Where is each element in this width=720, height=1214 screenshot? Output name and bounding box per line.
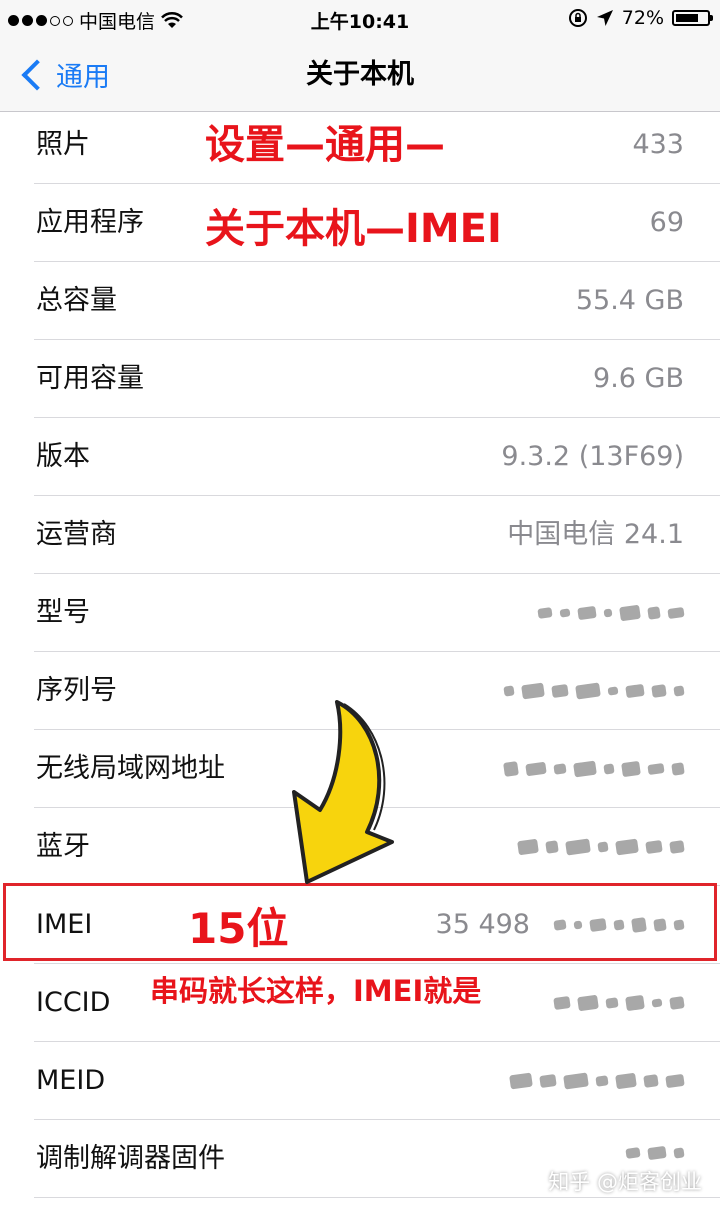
row-label: 版本 xyxy=(36,441,90,472)
redacted-value xyxy=(503,676,685,706)
status-bar: 中国电信 上午10:41 72% xyxy=(0,0,720,38)
redacted-value xyxy=(625,1138,685,1168)
redacted-value xyxy=(509,1066,685,1096)
row-label: 可用容量 xyxy=(36,363,144,394)
navigation-bar: 通用 关于本机 xyxy=(0,38,720,112)
row-available[interactable]: 可用容量 9.6 GB xyxy=(0,340,720,418)
battery-icon xyxy=(672,10,713,26)
row-value: 69 xyxy=(649,207,684,238)
row-version[interactable]: 版本 9.3.2 (13F69) xyxy=(0,418,720,496)
redacted-value xyxy=(517,832,685,862)
row-value: 55.4 GB xyxy=(575,285,684,316)
watermark: 知乎 @炬客创业 xyxy=(548,1170,702,1194)
annotation-imei-digits: 15位 xyxy=(188,904,289,953)
row-label: MEID xyxy=(36,1065,106,1096)
row-label: 蓝牙 xyxy=(36,831,90,862)
row-carrier[interactable]: 运营商 中国电信 24.1 xyxy=(0,496,720,574)
row-label: ICCID xyxy=(36,987,111,1018)
imei-highlight-box xyxy=(3,883,717,961)
yellow-arrow-icon xyxy=(292,700,394,884)
row-model[interactable]: 型号 xyxy=(0,574,720,652)
row-meid[interactable]: MEID xyxy=(0,1042,720,1120)
row-value: 433 xyxy=(632,129,684,160)
row-label: 型号 xyxy=(36,597,90,628)
location-icon xyxy=(596,10,613,26)
redacted-value xyxy=(537,598,685,628)
orientation-lock-icon xyxy=(568,9,587,27)
row-value: 9.3.2 (13F69) xyxy=(501,441,684,472)
about-list: 照片 433 应用程序 69 总容量 55.4 GB 可用容量 9.6 GB 版… xyxy=(0,106,720,1198)
redacted-value xyxy=(553,988,685,1018)
row-capacity[interactable]: 总容量 55.4 GB xyxy=(0,262,720,340)
redacted-value xyxy=(503,754,685,784)
row-label: 运营商 xyxy=(36,519,117,550)
row-label: 应用程序 xyxy=(36,207,144,238)
row-label: 调制解调器固件 xyxy=(36,1143,225,1174)
page-title: 关于本机 xyxy=(306,59,414,90)
status-right: 72% xyxy=(568,7,713,29)
annotation-path-line2: 关于本机—IMEI xyxy=(205,206,502,252)
row-label: 总容量 xyxy=(36,285,117,316)
row-label: 照片 xyxy=(36,129,90,160)
row-label: 序列号 xyxy=(36,675,117,706)
row-value: 中国电信 24.1 xyxy=(507,519,684,550)
row-value: 9.6 GB xyxy=(593,363,684,394)
battery-percent: 72% xyxy=(621,7,664,29)
annotation-imei-note: 串码就长这样，IMEI就是 xyxy=(150,974,482,1008)
annotation-path-line1: 设置—通用— xyxy=(205,122,445,168)
row-label: 无线局域网地址 xyxy=(36,753,225,784)
